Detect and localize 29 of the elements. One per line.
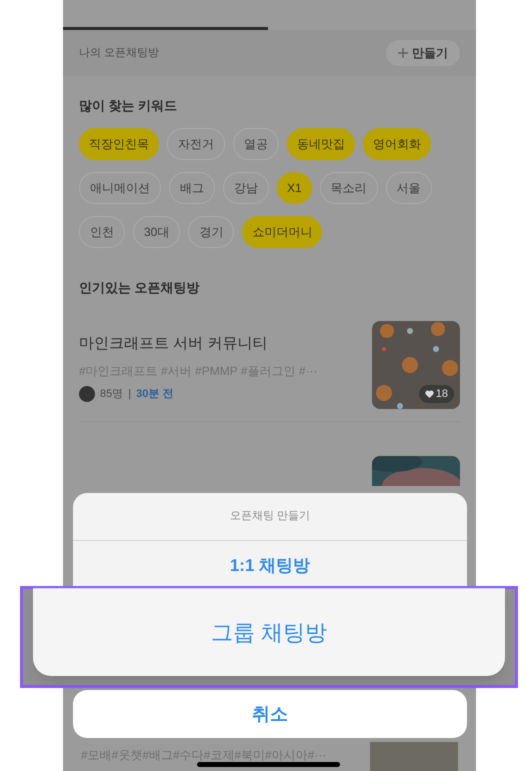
member-count: 85명 — [100, 386, 124, 402]
keyword-chip[interactable]: 30대 — [133, 216, 180, 248]
sheet-title: 오픈채팅 만들기 — [73, 493, 467, 541]
keyword-chip[interactable]: 쇼미더머니 — [242, 216, 322, 248]
section-title: 인기있는 오픈채팅방 — [79, 278, 201, 296]
keyword-chip[interactable]: 목소리 — [320, 172, 378, 204]
separator: | — [128, 386, 132, 402]
keyword-chip[interactable]: 서울 — [386, 172, 432, 204]
keyword-chip[interactable]: 인천 — [79, 216, 125, 248]
keyword-chip[interactable]: 열공 — [233, 128, 279, 160]
room-title[interactable]: 마인크래프트 서버 커뮤니티 — [79, 333, 318, 356]
keyword-chip[interactable]: 애니메이션 — [79, 172, 161, 204]
keyword-chip[interactable]: 배그 — [169, 172, 215, 204]
keyword-chip[interactable]: 영어회화 — [363, 128, 431, 160]
section-label: 나의 오픈채팅방 — [79, 46, 160, 61]
section-title: 많이 찾는 키워드 — [79, 97, 178, 115]
keyword-chip[interactable]: 동네맛집 — [287, 128, 355, 160]
keyword-chip[interactable]: 강남 — [223, 172, 269, 204]
cancel-button[interactable]: 취소 — [73, 690, 467, 738]
option-button[interactable]: 그룹 채팅방 — [33, 588, 505, 676]
last-active-time: 30분 전 — [136, 386, 174, 402]
create-button[interactable]: 만들기 — [386, 40, 460, 66]
keyword-chip[interactable]: X1 — [277, 172, 312, 204]
heart-icon — [424, 390, 434, 398]
plus-icon — [398, 48, 408, 58]
keyword-chip[interactable]: 자전거 — [167, 128, 225, 160]
keyword-chip[interactable]: 직장인친목 — [79, 128, 159, 160]
keyword-chip[interactable]: 경기 — [188, 216, 234, 248]
avatar-icon — [79, 386, 95, 402]
